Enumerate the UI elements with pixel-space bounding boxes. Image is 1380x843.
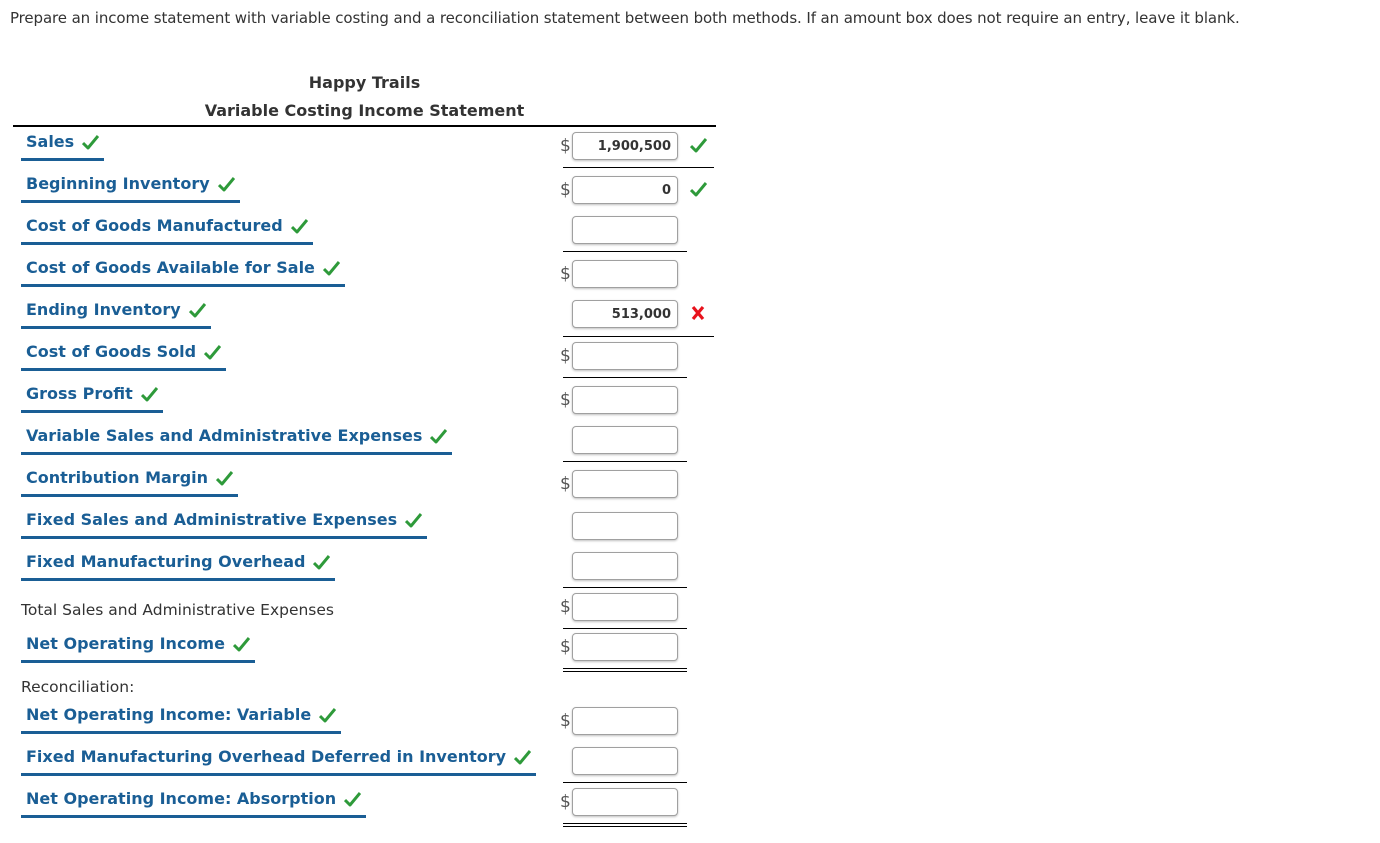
row-label: Fixed Manufacturing Overhead Deferred in… bbox=[26, 747, 507, 766]
amount-input-total-sa-expenses[interactable] bbox=[572, 593, 678, 621]
amount-input-noi-absorption[interactable] bbox=[572, 788, 678, 816]
check-icon bbox=[217, 176, 235, 198]
amount-input-beginning-inventory[interactable] bbox=[572, 176, 678, 204]
subtotal-rule bbox=[563, 336, 714, 337]
double-rule-top bbox=[563, 823, 687, 824]
amount-input-noi-variable[interactable] bbox=[572, 707, 678, 735]
row-label: Fixed Manufacturing Overhead bbox=[26, 552, 306, 571]
currency-symbol: $ bbox=[560, 792, 571, 812]
check-icon bbox=[290, 218, 308, 240]
label-dropdown-gross-profit[interactable]: Gross Profit bbox=[21, 383, 163, 413]
currency-symbol: $ bbox=[560, 597, 571, 617]
check-icon bbox=[405, 512, 423, 534]
subtotal-rule bbox=[563, 628, 687, 629]
label-dropdown-fixed-sa-expenses[interactable]: Fixed Sales and Administrative Expenses bbox=[21, 509, 428, 539]
label-dropdown-sales[interactable]: Sales bbox=[21, 131, 105, 161]
currency-symbol: $ bbox=[560, 264, 571, 284]
statement-title: Variable Costing Income Statement bbox=[204, 101, 525, 120]
check-icon bbox=[232, 636, 251, 658]
check-icon bbox=[319, 707, 337, 729]
amount-input-fixed-sa-expenses[interactable] bbox=[572, 512, 678, 540]
check-icon bbox=[513, 749, 532, 771]
row-label: Contribution Margin bbox=[26, 468, 209, 487]
row-label: Ending Inventory bbox=[26, 300, 181, 319]
check-icon bbox=[313, 554, 331, 576]
row-label: Net Operating Income: Absorption bbox=[26, 789, 337, 808]
row-label: Cost of Goods Sold bbox=[26, 342, 197, 361]
check-icon bbox=[188, 302, 206, 324]
currency-symbol: $ bbox=[560, 637, 571, 657]
currency-symbol: $ bbox=[560, 711, 571, 731]
header-rule bbox=[13, 125, 716, 127]
row-label: Cost of Goods Manufactured bbox=[26, 216, 283, 235]
row-label: Beginning Inventory bbox=[26, 174, 210, 193]
label-dropdown-fixed-manufacturing-overhead[interactable]: Fixed Manufacturing Overhead bbox=[21, 551, 336, 581]
label-dropdown-noi-absorption[interactable]: Net Operating Income: Absorption bbox=[21, 788, 367, 818]
subtotal-rule bbox=[563, 782, 687, 783]
amount-input-fixed-manufacturing-overhead[interactable] bbox=[572, 552, 678, 580]
label-dropdown-variable-sa-expenses[interactable]: Variable Sales and Administrative Expens… bbox=[21, 425, 453, 455]
amount-input-cost-of-goods-sold[interactable] bbox=[572, 342, 678, 370]
amount-input-contribution-margin[interactable] bbox=[572, 470, 678, 498]
currency-symbol: $ bbox=[560, 346, 571, 366]
row-label: Gross Profit bbox=[26, 384, 133, 403]
amount-input-net-operating-income[interactable] bbox=[572, 633, 678, 661]
double-rule-top bbox=[563, 668, 687, 669]
row-label: Net Operating Income: Variable bbox=[26, 705, 312, 724]
check-icon bbox=[689, 181, 708, 199]
subtotal-rule bbox=[563, 377, 687, 378]
subtotal-rule bbox=[563, 167, 714, 168]
currency-symbol: $ bbox=[560, 180, 571, 200]
subtotal-rule bbox=[563, 251, 687, 252]
check-icon bbox=[140, 386, 158, 408]
double-rule-bottom bbox=[563, 671, 687, 672]
check-icon bbox=[322, 260, 341, 282]
label-dropdown-cost-of-goods-available[interactable]: Cost of Goods Available for Sale bbox=[21, 257, 345, 287]
amount-input-fmoh-deferred[interactable] bbox=[572, 747, 678, 775]
label-dropdown-cost-of-goods-sold[interactable]: Cost of Goods Sold bbox=[21, 341, 227, 371]
check-icon bbox=[215, 470, 234, 492]
label-dropdown-fmoh-deferred[interactable]: Fixed Manufacturing Overhead Deferred in… bbox=[21, 746, 537, 776]
label-dropdown-beginning-inventory[interactable]: Beginning Inventory bbox=[21, 173, 240, 203]
label-dropdown-cost-of-goods-manufactured[interactable]: Cost of Goods Manufactured bbox=[21, 215, 313, 245]
subtotal-rule bbox=[563, 461, 687, 462]
check-icon bbox=[689, 137, 708, 155]
check-icon bbox=[344, 791, 362, 813]
currency-symbol: $ bbox=[560, 390, 571, 410]
check-icon bbox=[82, 134, 100, 156]
amount-input-variable-sa-expenses[interactable] bbox=[572, 426, 678, 454]
total-sa-expenses-label: Total Sales and Administrative Expenses bbox=[21, 601, 334, 619]
label-dropdown-contribution-margin[interactable]: Contribution Margin bbox=[21, 467, 239, 497]
check-icon bbox=[204, 344, 222, 366]
row-label: Cost of Goods Available for Sale bbox=[26, 258, 315, 277]
amount-input-ending-inventory[interactable] bbox=[572, 300, 678, 328]
row-label: Sales bbox=[26, 132, 75, 151]
company-name: Happy Trails bbox=[308, 73, 421, 92]
check-icon bbox=[430, 428, 448, 450]
row-label: Net Operating Income bbox=[26, 634, 225, 653]
amount-input-gross-profit[interactable] bbox=[572, 386, 678, 414]
x-icon bbox=[690, 305, 708, 323]
currency-symbol: $ bbox=[560, 474, 571, 494]
subtotal-rule bbox=[563, 587, 687, 588]
amount-input-cost-of-goods-manufactured[interactable] bbox=[572, 216, 678, 244]
double-rule-bottom bbox=[563, 826, 687, 827]
reconciliation-heading: Reconciliation: bbox=[21, 678, 135, 696]
row-label: Variable Sales and Administrative Expens… bbox=[26, 426, 423, 445]
amount-input-sales[interactable] bbox=[572, 132, 678, 160]
instructions-text: Prepare an income statement with variabl… bbox=[10, 9, 1240, 27]
amount-input-cost-of-goods-available[interactable] bbox=[572, 260, 678, 288]
currency-symbol: $ bbox=[560, 136, 571, 156]
label-dropdown-net-operating-income[interactable]: Net Operating Income bbox=[21, 633, 255, 663]
row-label: Fixed Sales and Administrative Expenses bbox=[26, 510, 398, 529]
label-dropdown-ending-inventory[interactable]: Ending Inventory bbox=[21, 299, 211, 329]
label-dropdown-noi-variable[interactable]: Net Operating Income: Variable bbox=[21, 704, 342, 734]
